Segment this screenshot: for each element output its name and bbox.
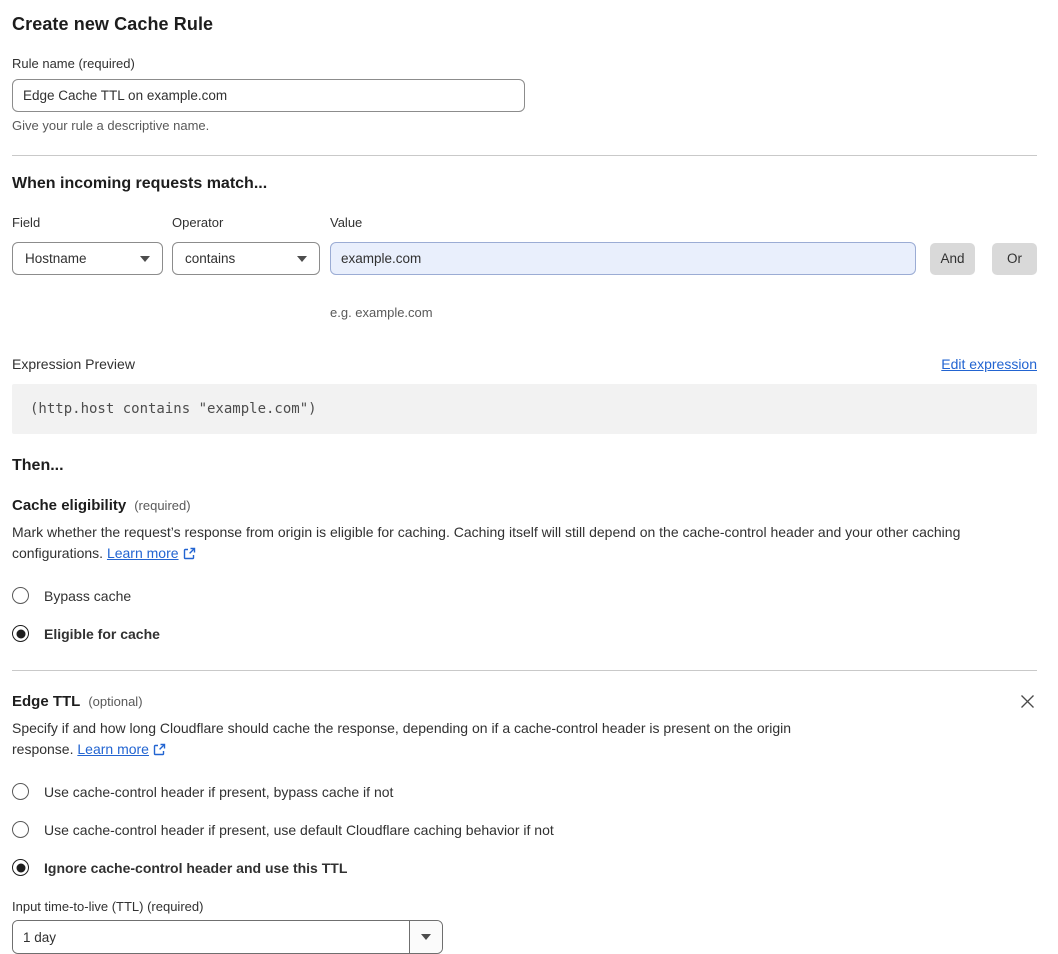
ttl-label: Input time-to-live (TTL) (required): [12, 899, 204, 914]
cache-eligibility-title: Cache eligibility: [12, 497, 127, 514]
cache-eligibility-description: Mark whether the request’s response from…: [12, 522, 1037, 566]
rule-name-section: Rule name (required) Give your rule a de…: [12, 56, 1037, 133]
edge-ttl-badge: (optional): [88, 694, 143, 709]
match-labels-row: Field Operator Value: [12, 215, 1037, 238]
value-help: e.g. example.com: [330, 305, 433, 320]
ttl-input[interactable]: [13, 921, 409, 953]
radio-icon: [12, 625, 29, 642]
or-button[interactable]: Or: [992, 242, 1037, 275]
caret-down-icon: [421, 934, 431, 940]
ttl-input-section: Input time-to-live (TTL) (required): [12, 899, 1037, 954]
ttl-combobox: [12, 920, 443, 954]
cache-eligibility-section: Cache eligibility (required) Mark whethe…: [12, 497, 1037, 642]
external-link-icon: [153, 741, 166, 762]
value-help-row: e.g. example.com: [12, 297, 1037, 320]
edge-ttl-title-row: Edge TTL (optional): [12, 693, 1037, 710]
operator-select[interactable]: contains: [172, 242, 320, 275]
match-heading: When incoming requests match...: [12, 175, 268, 192]
page-title: Create new Cache Rule: [12, 14, 214, 34]
edge-ttl-title: Edge TTL: [12, 693, 81, 710]
expression-preview-row: Expression Preview Edit expression: [12, 356, 1037, 372]
expression-text: (http.host contains "example.com"): [30, 401, 317, 417]
then-heading: Then...: [12, 457, 64, 474]
cache-eligibility-title-row: Cache eligibility (required): [12, 497, 1037, 514]
match-controls-row: Hostname contains And Or: [12, 242, 1037, 275]
caret-down-icon: [140, 255, 150, 262]
edge-ttl-description: Specify if and how long Cloudflare shoul…: [12, 718, 852, 762]
radio-use-header-bypass[interactable]: Use cache-control header if present, byp…: [12, 783, 1037, 800]
learn-more-link[interactable]: Learn more: [77, 741, 149, 757]
radio-eligible-for-cache[interactable]: Eligible for cache: [12, 625, 1037, 642]
and-button[interactable]: And: [930, 242, 975, 275]
value-input[interactable]: [330, 242, 916, 275]
ttl-dropdown-button[interactable]: [409, 921, 442, 953]
divider: [12, 670, 1037, 671]
cache-eligibility-options: Bypass cache Eligible for cache: [12, 587, 1037, 642]
create-cache-rule-form: Create new Cache Rule Rule name (require…: [12, 0, 1037, 954]
expression-preview-label: Expression Preview: [12, 356, 135, 372]
cache-eligibility-badge: (required): [134, 498, 191, 513]
close-icon[interactable]: [1017, 693, 1037, 713]
value-label: Value: [330, 215, 363, 230]
operator-select-value: contains: [185, 251, 236, 266]
operator-label: Operator: [172, 215, 224, 230]
learn-more-link[interactable]: Learn more: [107, 545, 179, 561]
radio-use-header-default[interactable]: Use cache-control header if present, use…: [12, 821, 1037, 838]
edge-ttl-options: Use cache-control header if present, byp…: [12, 783, 1037, 876]
field-label: Field: [12, 215, 41, 230]
expression-preview-code: (http.host contains "example.com"): [12, 384, 1037, 434]
radio-bypass-cache[interactable]: Bypass cache: [12, 587, 1037, 604]
field-select[interactable]: Hostname: [12, 242, 163, 275]
divider: [12, 155, 1037, 156]
radio-icon: [12, 859, 29, 876]
rule-name-help: Give your rule a descriptive name.: [12, 118, 210, 133]
radio-ignore-header-ttl[interactable]: Ignore cache-control header and use this…: [12, 859, 1037, 876]
caret-down-icon: [297, 255, 307, 262]
edge-ttl-section: Edge TTL (optional) Specify if and how l…: [12, 693, 1037, 954]
radio-icon: [12, 587, 29, 604]
radio-icon: [12, 821, 29, 838]
rule-name-label: Rule name (required): [12, 56, 135, 71]
rule-name-input[interactable]: [12, 79, 525, 112]
external-link-icon: [183, 545, 196, 566]
radio-icon: [12, 783, 29, 800]
edit-expression-link[interactable]: Edit expression: [941, 356, 1037, 372]
field-select-value: Hostname: [25, 251, 87, 266]
value-col: [330, 242, 916, 275]
